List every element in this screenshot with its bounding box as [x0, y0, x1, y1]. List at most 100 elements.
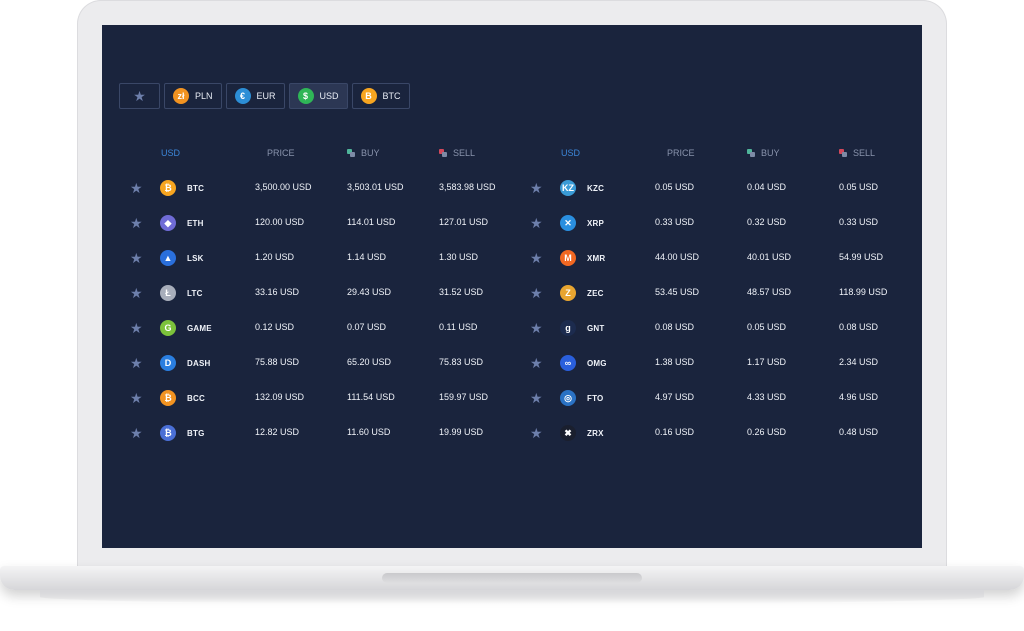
- table-row[interactable]: ★ ∞ OMG 1.38 USD 1.17 USD 2.34 USD: [530, 353, 910, 373]
- price-value: 0.16 USD: [655, 427, 695, 437]
- price-value: 33.16 USD: [255, 287, 300, 297]
- tab-usd[interactable]: $ USD: [288, 83, 348, 109]
- favorite-star-icon[interactable]: ★: [130, 321, 143, 335]
- game-coin-icon: G: [160, 320, 176, 336]
- sell-value: 75.83 USD: [439, 357, 484, 367]
- price-value: 44.00 USD: [655, 252, 700, 262]
- favorite-star-icon[interactable]: ★: [530, 356, 543, 370]
- favorite-star-icon[interactable]: ★: [130, 181, 143, 195]
- col-header-currency[interactable]: USD: [161, 148, 180, 158]
- favorite-star-icon[interactable]: ★: [530, 251, 543, 265]
- table-row[interactable]: ★ Z ZEC 53.45 USD 48.57 USD 118.99 USD: [530, 283, 910, 303]
- buy-value: 0.04 USD: [747, 182, 787, 192]
- col-header-price[interactable]: PRICE: [667, 148, 695, 158]
- buy-value: 114.01 USD: [347, 217, 396, 227]
- coin-symbol: BTC: [187, 184, 205, 193]
- col-header-price[interactable]: PRICE: [267, 148, 295, 158]
- tab-label: BTC: [382, 91, 401, 101]
- buy-value: 111.54 USD: [347, 392, 395, 402]
- favorite-star-icon[interactable]: ★: [530, 216, 543, 230]
- header-label: SELL: [453, 148, 476, 158]
- zec-coin-icon: Z: [560, 285, 576, 301]
- favorite-star-icon[interactable]: ★: [130, 286, 143, 300]
- buy-value: 0.07 USD: [347, 322, 387, 332]
- table-row[interactable]: ★ KZ KZC 0.05 USD 0.04 USD 0.05 USD: [530, 178, 910, 198]
- favorite-star-icon[interactable]: ★: [130, 216, 143, 230]
- col-header-currency[interactable]: USD: [561, 148, 580, 158]
- bcc-coin-icon: ₿: [160, 390, 176, 406]
- header-label: BUY: [761, 148, 780, 158]
- tab-btc[interactable]: B BTC: [351, 83, 410, 109]
- favorite-star-icon[interactable]: ★: [530, 181, 543, 195]
- sell-value: 118.99 USD: [839, 287, 888, 297]
- eur-coin-icon: €: [234, 88, 251, 104]
- lsk-coin-icon: ▲: [160, 250, 176, 266]
- coin-symbol: BCC: [187, 394, 205, 403]
- sell-value: 159.97 USD: [439, 392, 489, 402]
- favorite-star-icon[interactable]: ★: [530, 426, 543, 440]
- zrx-coin-icon: ✖: [560, 425, 576, 441]
- fto-coin-icon: ◎: [560, 390, 576, 406]
- coin-symbol: BTG: [187, 429, 205, 438]
- favorite-star-icon[interactable]: ★: [130, 356, 143, 370]
- header-label: USD: [161, 148, 181, 158]
- favorite-star-icon[interactable]: ★: [530, 321, 543, 335]
- sell-value: 0.08 USD: [839, 322, 879, 332]
- gnt-coin-icon: g: [560, 320, 576, 336]
- table-row[interactable]: ★ ◎ FTO 4.97 USD 4.33 USD 4.96 USD: [530, 388, 910, 408]
- tab-label: USD: [319, 91, 339, 101]
- table-row[interactable]: ★ ▲ LSK 1.20 USD 1.14 USD 1.30 USD: [130, 248, 510, 268]
- header-label: PRICE: [667, 148, 695, 158]
- buy-value: 11.60 USD: [347, 427, 391, 437]
- table-row[interactable]: ★ D DASH 75.88 USD 65.20 USD 75.83 USD: [130, 353, 510, 373]
- tab-eur[interactable]: € EUR: [225, 83, 285, 109]
- laptop-shadow: [40, 590, 984, 604]
- table-row[interactable]: ★ ✖ ZRX 0.16 USD 0.26 USD 0.48 USD: [530, 423, 910, 443]
- coin-symbol: GNT: [587, 324, 605, 333]
- table-row[interactable]: ★ g GNT 0.08 USD 0.05 USD 0.08 USD: [530, 318, 910, 338]
- table-row[interactable]: ★ ◆ ETH 120.00 USD 114.01 USD 127.01 USD: [130, 213, 510, 233]
- sell-value: 2.34 USD: [839, 357, 879, 367]
- price-value: 3,500.00 USD: [255, 182, 312, 192]
- buy-value: 0.26 USD: [747, 427, 787, 437]
- pln-coin-icon: zł: [173, 88, 189, 104]
- btg-coin-icon: ₿: [160, 425, 176, 441]
- tab-pln[interactable]: zł PLN: [164, 83, 222, 109]
- coin-symbol: XMR: [587, 254, 606, 263]
- table-row[interactable]: ★ ✕ XRP 0.33 USD 0.32 USD 0.33 USD: [530, 213, 910, 233]
- table-row[interactable]: ★ ₿ BTG 12.82 USD 11.60 USD 19.99 USD: [130, 423, 510, 443]
- star-icon: ★: [133, 88, 146, 104]
- buy-value: 4.33 USD: [747, 392, 787, 402]
- sell-value: 31.52 USD: [439, 287, 484, 297]
- table-row[interactable]: ★ ₿ BCC 132.09 USD 111.54 USD 159.97 USD: [130, 388, 510, 408]
- favorite-star-icon[interactable]: ★: [130, 251, 143, 265]
- favorite-star-icon[interactable]: ★: [530, 286, 543, 300]
- price-value: 0.12 USD: [255, 322, 295, 332]
- buy-indicator-icon: [747, 149, 755, 157]
- buy-value: 1.17 USD: [747, 357, 787, 367]
- price-value: 0.05 USD: [655, 182, 695, 192]
- favorite-star-icon[interactable]: ★: [530, 391, 543, 405]
- table-row[interactable]: ★ Ł LTC 33.16 USD 29.43 USD 31.52 USD: [130, 283, 510, 303]
- col-header-sell[interactable]: SELL: [439, 148, 475, 158]
- xrp-coin-icon: ✕: [560, 215, 576, 231]
- favorite-star-icon[interactable]: ★: [130, 426, 143, 440]
- favorite-star-icon[interactable]: ★: [130, 391, 143, 405]
- coin-symbol: OMG: [587, 359, 607, 368]
- price-value: 0.33 USD: [655, 217, 695, 227]
- buy-value: 40.01 USD: [747, 252, 792, 262]
- table-row[interactable]: ★ G GAME 0.12 USD 0.07 USD 0.11 USD: [130, 318, 510, 338]
- price-value: 120.00 USD: [255, 217, 305, 227]
- sell-value: 1.30 USD: [439, 252, 479, 262]
- price-value: 75.88 USD: [255, 357, 300, 367]
- table-row[interactable]: ★ ₿ BTC 3,500.00 USD 3,503.01 USD 3,583.98 US…: [130, 178, 510, 198]
- coin-symbol: ZEC: [587, 289, 604, 298]
- laptop-notch: [382, 573, 642, 583]
- col-header-buy[interactable]: BUY: [347, 148, 380, 158]
- col-header-sell[interactable]: SELL: [839, 148, 875, 158]
- price-value: 1.20 USD: [255, 252, 295, 262]
- table-row[interactable]: ★ M XMR 44.00 USD 40.01 USD 54.99 USD: [530, 248, 910, 268]
- tab-favorites[interactable]: ★: [119, 83, 160, 109]
- col-header-buy[interactable]: BUY: [747, 148, 780, 158]
- header-label: SELL: [853, 148, 876, 158]
